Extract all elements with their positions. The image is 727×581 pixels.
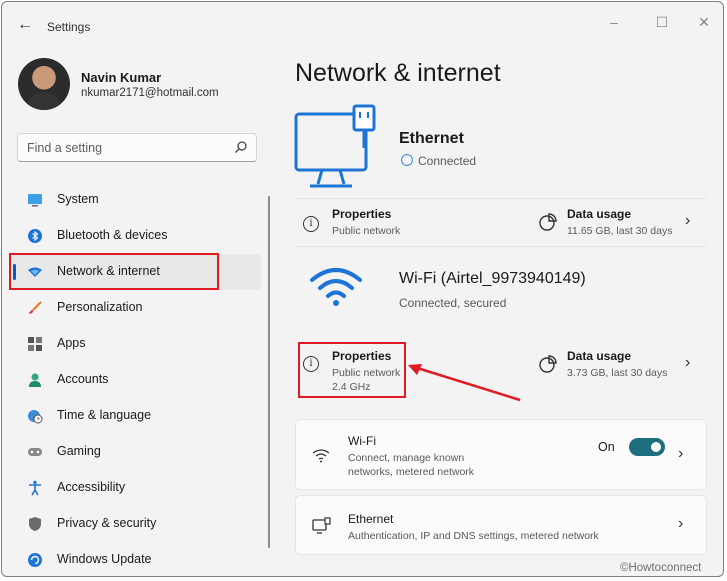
chevron-right-icon[interactable]: › bbox=[685, 212, 690, 230]
divider bbox=[295, 246, 707, 247]
pie-chart-icon bbox=[539, 213, 557, 231]
wifi-card-sub-line1: Connect, manage known bbox=[348, 452, 465, 464]
sidebar-item-time-language[interactable]: Time & language bbox=[11, 398, 261, 434]
sidebar-item-system[interactable]: System bbox=[11, 182, 261, 218]
wifi-toggle-label: On bbox=[598, 440, 615, 454]
sidebar-item-windows-update[interactable]: Windows Update bbox=[11, 542, 261, 576]
accessibility-icon bbox=[29, 480, 41, 496]
sidebar-item-label: Accessibility bbox=[57, 480, 126, 494]
sidebar-item-label: Accounts bbox=[57, 372, 109, 386]
back-arrow-icon[interactable]: ← bbox=[14, 14, 36, 36]
chevron-right-icon[interactable]: › bbox=[678, 445, 683, 463]
search-box[interactable]: Find a setting bbox=[17, 133, 257, 162]
sidebar-item-gaming[interactable]: Gaming bbox=[11, 434, 261, 470]
apps-grid-icon bbox=[28, 337, 42, 351]
title-bar: ← Settings – ☐ ✕ bbox=[2, 2, 723, 48]
wifi-small-icon bbox=[312, 449, 330, 463]
page-title: Network & internet bbox=[295, 59, 501, 87]
wifi-icon bbox=[310, 268, 362, 306]
ethernet-properties-sub: Public network bbox=[332, 225, 401, 237]
sidebar-item-label: Personalization bbox=[57, 300, 143, 314]
shield-icon bbox=[29, 517, 41, 531]
search-icon[interactable] bbox=[234, 140, 248, 154]
sidebar-scrollbar[interactable] bbox=[268, 196, 270, 548]
ethernet-monitor-icon bbox=[294, 104, 376, 188]
globe-clock-icon bbox=[28, 410, 43, 424]
chevron-right-icon[interactable]: › bbox=[678, 515, 683, 533]
wifi-card-sub-line2: networks, metered network bbox=[348, 466, 475, 478]
gamepad-icon bbox=[28, 448, 42, 456]
avatar[interactable] bbox=[18, 58, 70, 110]
ethernet-status-text: Connected bbox=[418, 154, 477, 168]
ethernet-properties-title: Properties bbox=[332, 207, 392, 221]
wifi-usage-sub: 3.73 GB, last 30 days bbox=[567, 367, 668, 379]
red-arrow bbox=[408, 364, 521, 402]
highlight-box-network-item bbox=[9, 253, 219, 290]
update-icon bbox=[28, 553, 42, 567]
ethernet-card-sub: Authentication, IP and DNS settings, met… bbox=[348, 530, 599, 542]
ethernet-usage-title: Data usage bbox=[567, 207, 632, 221]
sidebar-item-label: Apps bbox=[57, 336, 86, 350]
globe-icon bbox=[401, 154, 413, 166]
sidebar-nav: System Bluetooth & devices Network & int… bbox=[11, 182, 261, 576]
sidebar-item-accessibility[interactable]: Accessibility bbox=[11, 470, 261, 506]
sidebar-item-label: Bluetooth & devices bbox=[57, 228, 168, 242]
bluetooth-icon bbox=[28, 229, 42, 243]
sidebar-item-label: Time & language bbox=[57, 408, 152, 422]
divider bbox=[295, 198, 707, 199]
brush-icon bbox=[29, 301, 42, 314]
sidebar-item-label: Windows Update bbox=[57, 552, 152, 566]
info-icon: i bbox=[303, 216, 319, 232]
user-email: nkumar2171@hotmail.com bbox=[81, 87, 219, 99]
ethernet-settings-card[interactable]: Ethernet Authentication, IP and DNS sett… bbox=[295, 495, 707, 555]
ethernet-small-icon bbox=[312, 517, 331, 534]
person-icon bbox=[29, 373, 41, 387]
sidebar-item-bluetooth[interactable]: Bluetooth & devices bbox=[11, 218, 261, 254]
ethernet-usage-sub: 11.65 GB, last 30 days bbox=[567, 225, 673, 237]
monitor-icon bbox=[28, 194, 42, 207]
app-title: Settings bbox=[47, 20, 91, 34]
close-icon[interactable]: ✕ bbox=[692, 12, 716, 32]
maximize-icon[interactable]: ☐ bbox=[650, 12, 674, 32]
wifi-settings-card[interactable]: Wi-Fi Connect, manage known networks, me… bbox=[295, 419, 707, 490]
wifi-toggle[interactable] bbox=[629, 438, 665, 456]
sidebar-item-accounts[interactable]: Accounts bbox=[11, 362, 261, 398]
sidebar-item-privacy-security[interactable]: Privacy & security bbox=[11, 506, 261, 542]
sidebar-item-apps[interactable]: Apps bbox=[11, 326, 261, 362]
sidebar-item-label: System bbox=[57, 192, 99, 206]
ethernet-name: Ethernet bbox=[399, 130, 464, 147]
watermark: ©Howtoconnect bbox=[620, 562, 702, 574]
chevron-right-icon[interactable]: › bbox=[685, 354, 690, 372]
sidebar-item-label: Gaming bbox=[57, 444, 101, 458]
search-input[interactable]: Find a setting bbox=[27, 141, 102, 155]
wifi-usage-title: Data usage bbox=[567, 349, 632, 363]
wifi-status: Connected, secured bbox=[399, 296, 507, 310]
sidebar-item-personalization[interactable]: Personalization bbox=[11, 290, 261, 326]
pie-chart-icon bbox=[539, 355, 557, 373]
wifi-network-name: Wi-Fi (Airtel_9973940149) bbox=[399, 270, 586, 287]
highlight-box-properties bbox=[298, 342, 406, 398]
ethernet-card-title: Ethernet bbox=[348, 512, 394, 526]
minimize-icon[interactable]: – bbox=[602, 12, 626, 32]
settings-window: ← Settings – ☐ ✕ Navin Kumar nkumar2171@… bbox=[1, 1, 724, 577]
sidebar-item-label: Privacy & security bbox=[57, 516, 157, 530]
ethernet-status: Connected bbox=[401, 154, 476, 168]
wifi-card-title: Wi-Fi bbox=[348, 434, 376, 448]
user-name: Navin Kumar bbox=[81, 70, 162, 85]
